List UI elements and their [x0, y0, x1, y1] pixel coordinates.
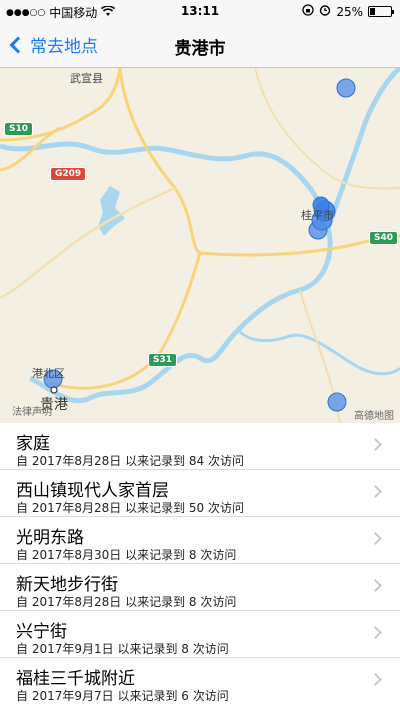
list-item[interactable]: 兴宁街 自 2017年9月1日 以来记录到 8 次访问 [0, 611, 400, 658]
place-detail: 自 2017年8月30日 以来记录到 8 次访问 [16, 548, 237, 562]
river-south [236, 328, 400, 376]
chevron-right-icon [369, 673, 382, 686]
highway-shield-s10: S10 [4, 122, 34, 136]
road-g209 [118, 68, 400, 257]
map-label-gangbei: 港北区 [32, 367, 65, 380]
highway-shield-s31: S31 [148, 353, 178, 367]
list-item[interactable]: 西山镇现代人家首层 自 2017年8月28日 以来记录到 50 次访问 [0, 470, 400, 517]
place-name: 家庭 [16, 434, 50, 454]
place-detail: 自 2017年9月1日 以来记录到 8 次访问 [16, 642, 229, 656]
rotation-lock-icon [302, 4, 314, 19]
place-name: 新天地步行街 [16, 575, 118, 595]
map-view[interactable]: 武宣县 桂平市 港北区 贵港 S10 G209 S40 S31 法律声明 高德地… [0, 68, 400, 423]
place-name: 西山镇现代人家首层 [16, 481, 169, 501]
chevron-right-icon [369, 626, 382, 639]
reservoir [98, 186, 125, 236]
page-title: 贵港市 [174, 39, 226, 59]
place-name: 光明东路 [16, 528, 84, 548]
chevron-right-icon [369, 579, 382, 592]
frequent-locations-list: 家庭 自 2017年8月28日 以来记录到 84 次访问 西山镇现代人家首层 自… [0, 423, 400, 705]
place-detail: 自 2017年9月7日 以来记录到 6 次访问 [16, 689, 229, 703]
highway-shield-s40: S40 [369, 231, 399, 245]
battery-icon [368, 6, 394, 17]
road-s31 [49, 252, 202, 390]
place-detail: 自 2017年8月28日 以来记录到 84 次访问 [16, 454, 244, 468]
chevron-right-icon [369, 532, 382, 545]
list-item[interactable]: 光明东路 自 2017年8月30日 以来记录到 8 次访问 [0, 517, 400, 564]
location-marker[interactable] [327, 392, 347, 412]
chevron-right-icon [369, 485, 382, 498]
place-name: 兴宁街 [16, 622, 67, 642]
list-item[interactable]: 家庭 自 2017年8月28日 以来记录到 84 次访问 [0, 423, 400, 470]
navigation-bar: 常去地点 贵港市 [0, 24, 400, 68]
list-item[interactable]: 新天地步行街 自 2017年8月28日 以来记录到 8 次访问 [0, 564, 400, 611]
map-provider-logo: 高德地图 [354, 411, 394, 422]
location-marker[interactable] [336, 78, 356, 98]
place-detail: 自 2017年8月28日 以来记录到 8 次访问 [16, 595, 237, 609]
road-northeast [254, 68, 400, 190]
road-west [0, 186, 176, 300]
status-bar: ●●●○○ 中国移动 13:11 25% [0, 0, 400, 24]
city-dot-icon [50, 386, 58, 394]
battery-percent: 25% [336, 4, 363, 19]
highway-shield-g209: G209 [50, 167, 87, 181]
map-legal-link[interactable]: 法律声明 [12, 403, 52, 418]
chevron-right-icon [369, 438, 382, 451]
place-name: 福桂三千城附近 [16, 669, 135, 689]
alarm-icon [319, 4, 331, 19]
map-label-city: 桂平市 [301, 209, 334, 222]
map-label-wuxuan: 武宣县 [70, 72, 103, 85]
list-item[interactable]: 福桂三千城附近 自 2017年9月7日 以来记录到 6 次访问 [0, 658, 400, 705]
place-detail: 自 2017年8月28日 以来记录到 50 次访问 [16, 501, 244, 515]
